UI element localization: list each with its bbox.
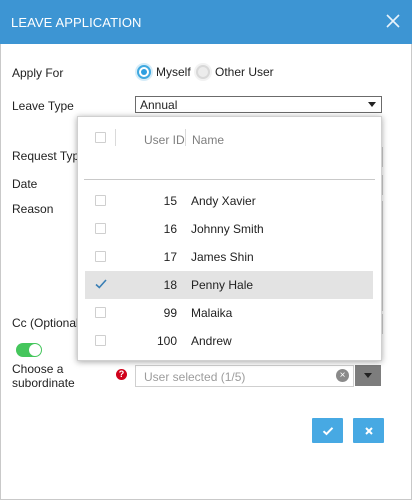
user-dropdown-button[interactable] (355, 365, 381, 386)
date-label: Date (12, 177, 38, 191)
radio-myself-label: Myself (156, 65, 191, 79)
x-icon (364, 426, 373, 435)
dropdown-header: User ID Name (78, 117, 381, 159)
user-id-cell: 16 (163, 222, 177, 236)
row-checkbox[interactable] (95, 223, 106, 234)
clear-icon[interactable]: × (336, 369, 349, 382)
cc-label: Cc (Optional) (12, 316, 83, 330)
list-item[interactable]: 17 James Shin (85, 243, 373, 271)
list-item[interactable]: 16 Johnny Smith (85, 215, 373, 243)
user-name-cell: Johnny Smith (191, 222, 264, 236)
leave-type-label: Leave Type (12, 99, 74, 113)
question-icon[interactable]: ? (116, 369, 127, 380)
subordinate-toggle[interactable] (16, 343, 42, 357)
leave-type-value: Annual (140, 98, 178, 112)
leave-type-select[interactable]: Annual (135, 96, 382, 113)
subordinate-label-line1: Choose a (12, 362, 64, 376)
confirm-button[interactable] (312, 418, 343, 443)
chevron-down-icon (364, 373, 372, 378)
row-checkbox[interactable] (95, 307, 106, 318)
close-icon[interactable] (383, 11, 403, 31)
user-name-cell: Andrew (191, 334, 232, 348)
list-item-selected[interactable]: 18 Penny Hale (85, 271, 373, 299)
dialog-title: LEAVE APPLICATION (11, 15, 142, 30)
radio-dot (196, 65, 210, 79)
select-all-checkbox[interactable] (95, 132, 106, 143)
apply-for-label: Apply For (12, 66, 64, 80)
user-id-cell: 17 (163, 250, 177, 264)
user-select-placeholder: User selected (1/5) (144, 370, 246, 384)
user-dropdown-panel: User ID Name 15 Andy Xavier 16 Johnny Sm… (77, 116, 382, 361)
user-id-cell: 99 (163, 306, 177, 320)
user-name-cell: James Shin (191, 250, 254, 264)
list-item[interactable]: 15 Andy Xavier (85, 187, 373, 215)
user-name-cell: Malaika (191, 306, 233, 320)
subordinate-label-line2: subordinate (12, 376, 75, 390)
list-item[interactable]: 100 Andrew (85, 327, 373, 355)
request-type-label: Request Type (12, 149, 86, 163)
title-bar: LEAVE APPLICATION (0, 0, 412, 44)
radio-dot-selected (137, 65, 151, 79)
column-divider (185, 129, 186, 146)
row-checkbox[interactable] (95, 251, 106, 262)
toggle-knob (29, 344, 41, 356)
user-id-cell: 15 (163, 194, 177, 208)
radio-other-user[interactable]: Other User (196, 65, 274, 79)
user-select-input[interactable]: User selected (1/5) (135, 365, 354, 387)
radio-myself[interactable]: Myself (137, 65, 191, 79)
check-icon (322, 426, 333, 435)
column-header-user-id[interactable]: User ID (144, 133, 185, 147)
column-divider (115, 129, 116, 146)
reason-label: Reason (12, 202, 54, 216)
row-checkbox[interactable] (95, 335, 106, 346)
column-header-name[interactable]: Name (192, 133, 224, 147)
cancel-button[interactable] (353, 418, 384, 443)
user-name-cell: Penny Hale (191, 278, 254, 292)
row-checkbox[interactable] (95, 195, 106, 206)
filter-row[interactable] (84, 159, 375, 180)
user-id-cell: 100 (156, 334, 177, 348)
radio-other-user-label: Other User (215, 65, 274, 79)
chevron-down-icon (368, 102, 376, 107)
list-item[interactable]: 99 Malaika (85, 299, 373, 327)
user-name-cell: Andy Xavier (191, 194, 256, 208)
user-id-cell: 18 (163, 278, 177, 292)
check-icon[interactable] (95, 278, 107, 290)
